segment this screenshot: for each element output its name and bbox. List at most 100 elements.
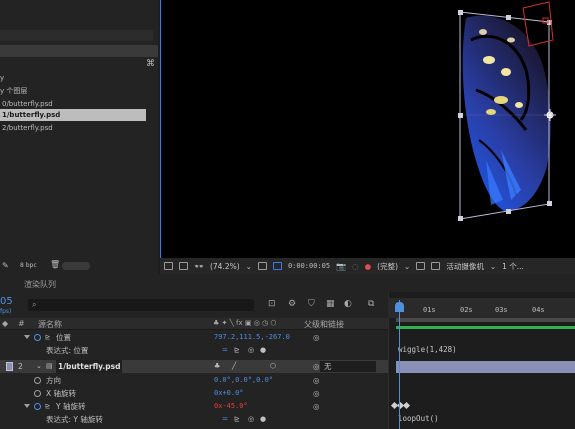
- stopwatch-icon[interactable]: [34, 390, 41, 397]
- views-dropdown[interactable]: 1 个...: [502, 261, 524, 272]
- expression-toggle-icon[interactable]: =: [222, 413, 228, 426]
- search-input[interactable]: ⌕: [28, 299, 254, 311]
- camera-dropdown[interactable]: 活动摄像机: [446, 261, 484, 272]
- tab-render-queue[interactable]: 渲染队列: [24, 279, 56, 290]
- ruler-tick: 01s: [423, 306, 436, 314]
- link-icon[interactable]: ◎: [313, 374, 320, 387]
- 3d-layer-switch-icon[interactable]: ⬡: [270, 360, 276, 373]
- property-value[interactable]: 0x+0.0°: [214, 387, 244, 400]
- property-value[interactable]: 0.0°,0.0°,0.0°: [214, 374, 273, 387]
- label-tag-icon[interactable]: ◆: [2, 319, 8, 328]
- twirl-open-icon[interactable]: [24, 335, 30, 339]
- project-info-bar: [0, 30, 153, 41]
- scrollbar[interactable]: [62, 262, 90, 270]
- current-time-indicator[interactable]: [399, 300, 400, 429]
- label-color-swatch[interactable]: [6, 362, 13, 371]
- draft-3d-icon[interactable]: ⚙: [288, 299, 296, 309]
- time-ruler[interactable]: 01s 02s 03s 04s: [388, 298, 575, 318]
- camera-icon[interactable]: 📷: [336, 262, 346, 271]
- monitor-icon[interactable]: [179, 262, 188, 270]
- shy-switch-icon[interactable]: ♣: [214, 360, 220, 373]
- property-value[interactable]: 0x-45.0°: [214, 400, 248, 413]
- snapshot-icon[interactable]: [272, 262, 282, 270]
- ruler-tick: 03s: [495, 306, 508, 314]
- search-icon: ⌕: [32, 300, 37, 309]
- stopwatch-icon[interactable]: [34, 377, 41, 384]
- stopwatch-icon[interactable]: [34, 403, 41, 410]
- graph-editor-icon[interactable]: ⧉: [368, 299, 374, 309]
- project-footer: ✎ 8 bpc 🗑: [0, 258, 158, 274]
- zoom-dropdown[interactable]: (74.2%): [210, 262, 240, 271]
- expression-text-loop[interactable]: loopOut(): [398, 414, 439, 423]
- layer-name[interactable]: 1/butterfly.psd: [56, 360, 123, 373]
- bpc-label[interactable]: 8 bpc: [20, 262, 37, 269]
- property-row-position[interactable]: ⊵ 位置 797.2,111.5,-267.0 ◎: [0, 331, 388, 344]
- expression-menu-icon[interactable]: ●: [260, 413, 266, 426]
- chevron-down-icon[interactable]: ⌄: [404, 262, 410, 271]
- property-row-x-rotation[interactable]: X 轴旋转 0x+0.0° ◎: [0, 387, 388, 400]
- timeline-toolbar: ⊡ ⚙ ⛉ ▦ ◐ ⧉: [268, 299, 378, 311]
- property-row-y-rotation[interactable]: ⊵ Y 轴旋转 0x-45.0° ◎: [0, 400, 388, 413]
- work-area-bar[interactable]: [396, 318, 575, 322]
- project-item[interactable]: 2/butterfly.psd: [0, 122, 53, 134]
- layer-column-header: ◆ # 源名称 ♣ ✦ ╲ fx ▣ ◎ ◷ ⬡ 父级和链接: [0, 318, 388, 330]
- twirl-open-icon[interactable]: [24, 404, 30, 408]
- comp-mini-flowchart-icon[interactable]: ⊡: [268, 299, 276, 309]
- link-icon[interactable]: ◎: [313, 400, 320, 413]
- brush-icon[interactable]: ✎: [2, 261, 9, 270]
- parent-pickwhip-icon[interactable]: ◎: [313, 360, 320, 373]
- property-value[interactable]: 797.2,111.5,-267.0: [214, 331, 290, 344]
- property-label: X 轴旋转: [46, 389, 77, 398]
- graph-icon[interactable]: ⊵: [45, 400, 50, 413]
- project-item[interactable]: y 个图层: [0, 85, 27, 97]
- expression-graph-icon[interactable]: ⊵: [234, 344, 240, 357]
- roi-icon[interactable]: [416, 262, 426, 270]
- frame-blending-icon[interactable]: ▦: [326, 299, 335, 309]
- chevron-down-icon[interactable]: ⌄: [490, 262, 496, 271]
- property-row-orientation[interactable]: 方向 0.0°,0.0°,0.0° ◎: [0, 374, 388, 387]
- switches-icons[interactable]: ♣ ✦ ╲ fx ▣ ◎ ◷ ⬡: [213, 319, 276, 327]
- property-label: 方向: [46, 376, 61, 385]
- link-icon[interactable]: ◎: [313, 387, 320, 400]
- twirl-open-icon[interactable]: ⌄: [36, 360, 42, 373]
- region-icon[interactable]: [164, 262, 173, 270]
- expression-label: 表达式: Y 轴旋转: [46, 415, 103, 424]
- composition-viewer[interactable]: [160, 0, 575, 258]
- layer-duration-bar[interactable]: [396, 361, 575, 373]
- resolution-dropdown[interactable]: (完整): [377, 261, 398, 272]
- chevron-down-icon[interactable]: ⌄: [246, 262, 252, 271]
- trash-icon[interactable]: 🗑: [50, 260, 60, 269]
- expression-row-position: 表达式: 位置 = ⊵ ◎ ●: [0, 344, 388, 357]
- parent-dropdown[interactable]: 无: [320, 361, 376, 372]
- shy-layers-icon[interactable]: ⛉: [308, 299, 315, 309]
- graph-icon[interactable]: ⊵: [45, 331, 50, 344]
- current-time-indicator-handle[interactable]: [395, 302, 404, 312]
- stopwatch-icon[interactable]: [34, 334, 41, 341]
- expression-pickwhip-icon[interactable]: ◎: [248, 344, 254, 357]
- expression-toggle-icon[interactable]: =: [222, 344, 228, 357]
- ruler-tick: 04s: [532, 306, 545, 314]
- link-icon[interactable]: ◎: [313, 331, 320, 344]
- expression-menu-icon[interactable]: ●: [260, 344, 266, 357]
- timeline-timecode[interactable]: 05: [0, 296, 13, 307]
- transparency-grid-icon[interactable]: [431, 262, 441, 270]
- expression-label: 表达式: 位置: [46, 346, 89, 355]
- column-source-name[interactable]: 源名称: [38, 319, 62, 330]
- motion-blur-icon[interactable]: ◐: [344, 299, 352, 309]
- project-item[interactable]: y: [0, 72, 4, 84]
- column-parent[interactable]: 父级和链接: [304, 319, 344, 330]
- column-number[interactable]: #: [18, 319, 25, 328]
- show-snapshot-icon[interactable]: ◌: [352, 262, 359, 271]
- layer-row[interactable]: 2 ⌄ ▤ 1/butterfly.psd ♣ ╱ ⬡ ◎ 无: [0, 360, 388, 373]
- expression-graph-icon[interactable]: ⊵: [234, 413, 240, 426]
- viewer-timecode[interactable]: 0:00:00:05: [288, 262, 330, 270]
- expression-text-wiggle[interactable]: wiggle(1,428): [398, 345, 457, 354]
- network-icon[interactable]: ⌘: [146, 59, 155, 69]
- color-channel-icon[interactable]: ●: [365, 262, 372, 271]
- view-toggle-icon[interactable]: 👓: [194, 262, 204, 271]
- project-item-selected[interactable]: 1/butterfly.psd: [0, 109, 146, 121]
- quality-switch-icon[interactable]: ╱: [232, 360, 236, 373]
- grid-icon[interactable]: [257, 262, 267, 270]
- timeline-tabs: 渲染队列: [0, 276, 575, 292]
- expression-pickwhip-icon[interactable]: ◎: [248, 413, 254, 426]
